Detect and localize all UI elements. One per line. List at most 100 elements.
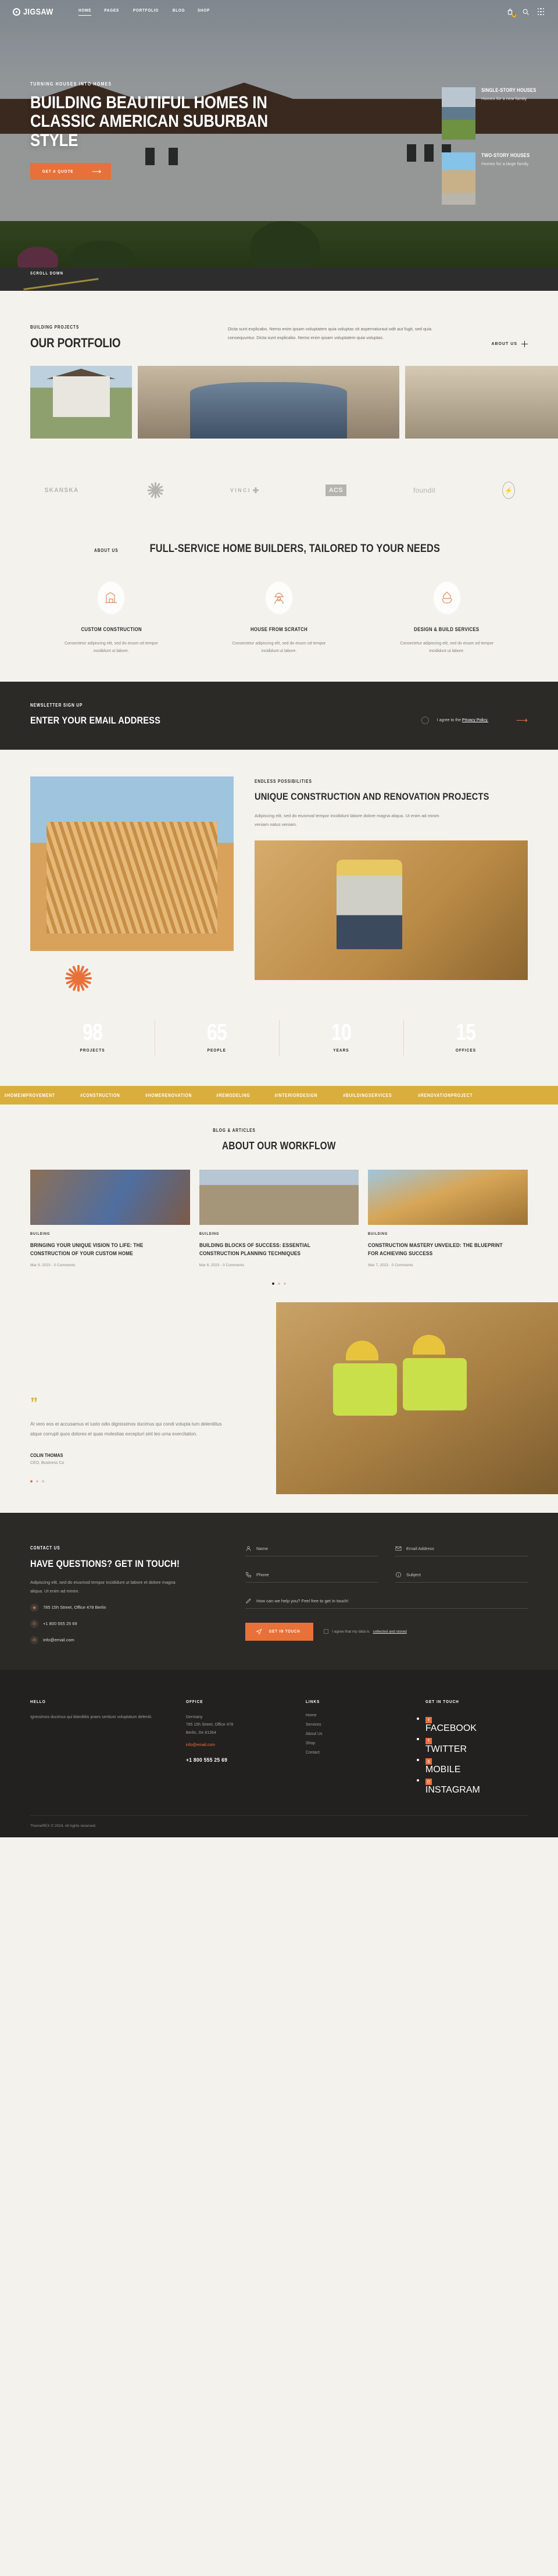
contact-consent[interactable]: I agree that my data is collected and st…	[324, 1629, 407, 1634]
footer-social-mobile[interactable]: ▯ MOBILE	[425, 1755, 528, 1775]
testimonial-carousel-dots[interactable]	[30, 1480, 280, 1483]
worker-icon	[266, 581, 292, 614]
testimonial-image	[276, 1302, 558, 1494]
contact-name-field[interactable]: Name	[245, 1545, 378, 1556]
ticker-item: #CONSTRUCTION	[80, 1092, 120, 1098]
contact-phone-line[interactable]: ✆ +1 800 555 25 69	[30, 1619, 222, 1628]
service-text: Consectetur adipiscing elit, sed do eius…	[232, 641, 326, 654]
plus-icon	[521, 341, 528, 347]
blog-post-card[interactable]: BUILDING BUILDING BLOCKS OF SUCCESS: ESS…	[199, 1170, 359, 1267]
logo-vinci: VINCI	[230, 487, 259, 493]
nav-item-portfolio[interactable]: PORTFOLIO	[133, 8, 159, 16]
cart-icon[interactable]: 0	[506, 8, 516, 17]
portfolio-description: Dicta sunt explicabo. Nemo enim ipsam vo…	[228, 326, 432, 340]
portfolio-about-us-link[interactable]: ABOUT US	[491, 325, 528, 347]
service-text: Consectetur adipiscing elit, sed do eius…	[400, 641, 494, 654]
hero-card-single-story[interactable]: SINGLE-STORY HOUSES Homes for a new fami…	[442, 87, 558, 140]
footer-office-email[interactable]: info@email.com	[186, 1743, 215, 1747]
carousel-dot[interactable]	[272, 1282, 274, 1285]
blog-post-category: BUILDING	[368, 1232, 388, 1237]
nav-item-blog[interactable]: BLOG	[173, 8, 185, 16]
contact-phone-field[interactable]: Phone	[245, 1572, 378, 1583]
phone-icon: ✆	[30, 1619, 38, 1628]
brand-logo[interactable]: JIGSAW	[13, 7, 59, 17]
hero-card-title: SINGLE-STORY HOUSES	[481, 87, 536, 93]
footer-social-facebook[interactable]: f FACEBOOK	[425, 1713, 528, 1734]
pencil-icon	[245, 1598, 252, 1604]
footer-office-phone: +1 800 555 25 69	[185, 1756, 227, 1763]
scroll-down-indicator: SCROLL DOWN	[30, 272, 64, 276]
nav-item-pages[interactable]: PAGES	[104, 8, 119, 16]
contact-email-field[interactable]: Email Address	[395, 1545, 528, 1556]
contact-address-line: ◉ 785 15h Street, Office 478 Berlin	[30, 1603, 222, 1612]
contact-subject-field[interactable]: Subject	[395, 1572, 528, 1583]
portfolio-item[interactable]	[138, 366, 399, 439]
portfolio-item[interactable]	[405, 366, 558, 439]
projects-body: Adipiscing elit, sed do eiusmod tempor i…	[255, 813, 439, 827]
grid-menu-icon[interactable]	[538, 8, 545, 16]
blog-post-card[interactable]: BUILDING CONSTRUCTION MASTERY UNVEILED: …	[368, 1170, 528, 1267]
footer-social-instagram[interactable]: ◻ INSTAGRAM	[425, 1775, 528, 1795]
service-card-house-from-scratch[interactable]: HOUSE FROM SCRATCH Consectetur adipiscin…	[198, 581, 360, 655]
search-icon[interactable]	[522, 8, 530, 16]
projects-image-worker	[255, 840, 528, 980]
footer-hello-column: HELLO Ignissimos ducimus qui blanditiis …	[30, 1695, 169, 1795]
quote-icon: ”	[30, 1394, 38, 1412]
contact-form: Name Email Address Phone Subject How can…	[245, 1545, 528, 1644]
footer-hello-text: Ignissimos ducimus qui blanditiis praes …	[30, 1715, 152, 1719]
carousel-dot[interactable]	[278, 1282, 280, 1285]
hero-card-two-story[interactable]: TWO-STORY HOUSES Homes for a large famil…	[442, 152, 558, 205]
footer-link-home[interactable]: Home	[306, 1713, 408, 1718]
get-in-touch-button[interactable]: GET IN TOUCH	[245, 1622, 314, 1641]
newsletter-email-input[interactable]: ENTER YOUR EMAIL ADDRESS	[30, 715, 367, 726]
carousel-dot[interactable]	[284, 1282, 286, 1285]
consent-checkbox[interactable]	[324, 1629, 329, 1634]
ticker-item: #INTERIORDESIGN	[274, 1092, 318, 1098]
logo-acs: ACS	[325, 484, 347, 496]
logo-lt: ⚡	[502, 482, 515, 499]
contact-email-line[interactable]: ✉ info@email.com	[30, 1636, 222, 1644]
portfolio-item[interactable]	[30, 366, 132, 439]
carousel-dot[interactable]	[30, 1480, 33, 1483]
site-footer: HELLO Ignissimos ducimus qui blanditiis …	[0, 1669, 558, 1837]
footer-office-line2: 785 15h Street, Office 478	[185, 1723, 234, 1727]
stat-value: 15	[456, 1020, 476, 1046]
contact-message-field[interactable]: How can we help you? Feel free to get in…	[245, 1598, 528, 1609]
nav-menu: HOME PAGES PORTFOLIO BLOG SHOP	[77, 8, 211, 16]
privacy-policy-link[interactable]: Privacy Policy.	[462, 718, 488, 722]
consent-link[interactable]: collected and stored	[373, 1630, 407, 1634]
blog-post-card[interactable]: BUILDING BRINGING YOUR UNIQUE VISION TO …	[30, 1170, 190, 1267]
carousel-dot[interactable]	[42, 1480, 44, 1483]
nav-item-shop[interactable]: SHOP	[198, 8, 210, 16]
blog-post-category: BUILDING	[199, 1232, 219, 1237]
blog-carousel-dots[interactable]	[30, 1282, 528, 1285]
contact-eyebrow: CONTACT US	[30, 1545, 60, 1551]
newsletter-consent-checkbox[interactable]	[421, 717, 429, 725]
footer-social-heading: GET IN TOUCH	[425, 1698, 459, 1704]
blog-post-thumbnail	[199, 1170, 359, 1225]
newsletter-submit-arrow-icon[interactable]: ⟶	[516, 715, 528, 725]
footer-link-about-us[interactable]: About Us	[306, 1732, 408, 1736]
newsletter-eyebrow: NEWSLETTER SIGN UP	[30, 703, 83, 708]
footer-copyright: ThemeREX © 2024. All rights reserved.	[30, 1815, 528, 1837]
service-card-custom-construction[interactable]: CUSTOM CONSTRUCTION Consectetur adipisci…	[30, 581, 192, 655]
footer-link-contact[interactable]: Contact	[306, 1751, 408, 1755]
carousel-dot[interactable]	[36, 1480, 38, 1483]
contact-name-label: Name	[256, 1545, 269, 1551]
nav-item-home[interactable]: HOME	[78, 8, 91, 16]
footer-office-heading: OFFICE	[185, 1698, 203, 1704]
contact-address: 785 15h Street, Office 478 Berlin	[43, 1605, 106, 1611]
footer-social-label: TWITTER	[425, 1744, 467, 1754]
footer-social-twitter[interactable]: t TWITTER	[425, 1734, 528, 1755]
ticker-item: #REMODELING	[216, 1092, 251, 1098]
portfolio-eyebrow: BUILDING PROJECTS	[30, 325, 80, 330]
projects-eyebrow: ENDLESS POSSIBILITIES	[255, 779, 312, 785]
hero-card-thumbnail	[442, 152, 475, 205]
footer-link-shop[interactable]: Shop	[306, 1741, 408, 1745]
footer-link-services[interactable]: Services	[306, 1723, 408, 1727]
phone-icon	[245, 1572, 252, 1578]
footer-social-column: GET IN TOUCH f FACEBOOK t TWITTER ▯ MOBI…	[425, 1695, 528, 1795]
get-a-quote-button[interactable]: GET A QUOTE	[30, 163, 112, 180]
main-navigation: JIGSAW HOME PAGES PORTFOLIO BLOG SHOP 0	[0, 0, 558, 23]
service-card-design-build[interactable]: DESIGN & BUILD SERVICES Consectetur adip…	[366, 581, 528, 655]
